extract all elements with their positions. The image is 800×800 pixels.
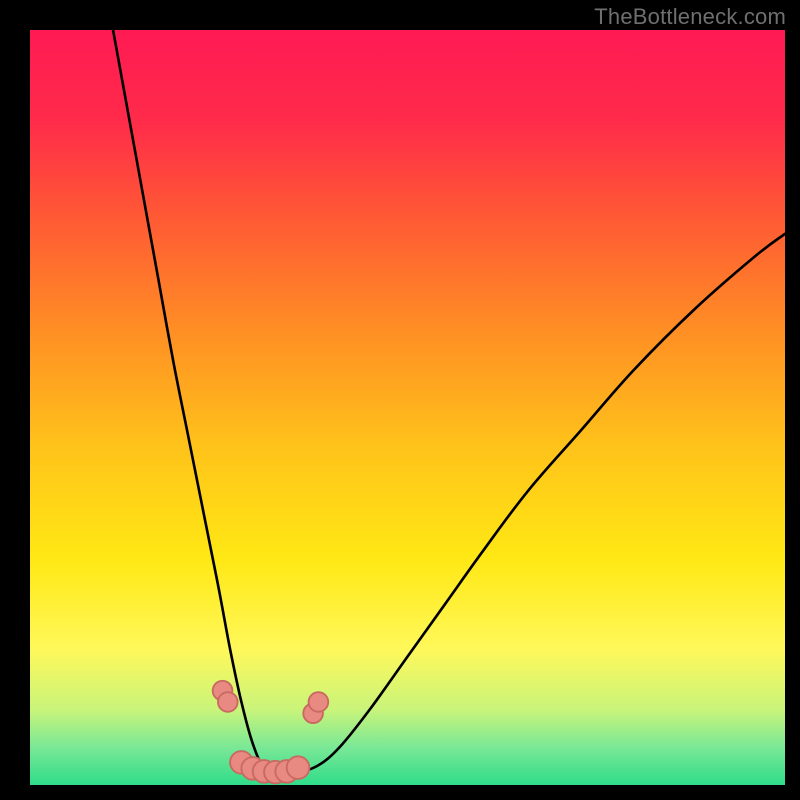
- chart-svg: [30, 30, 785, 785]
- outer-frame: TheBottleneck.com: [0, 0, 800, 800]
- watermark-text: TheBottleneck.com: [594, 4, 786, 30]
- gradient-background: [30, 30, 785, 785]
- curve-marker: [309, 692, 329, 712]
- plot-area: [30, 30, 785, 785]
- curve-marker: [218, 692, 238, 712]
- curve-marker: [287, 756, 310, 779]
